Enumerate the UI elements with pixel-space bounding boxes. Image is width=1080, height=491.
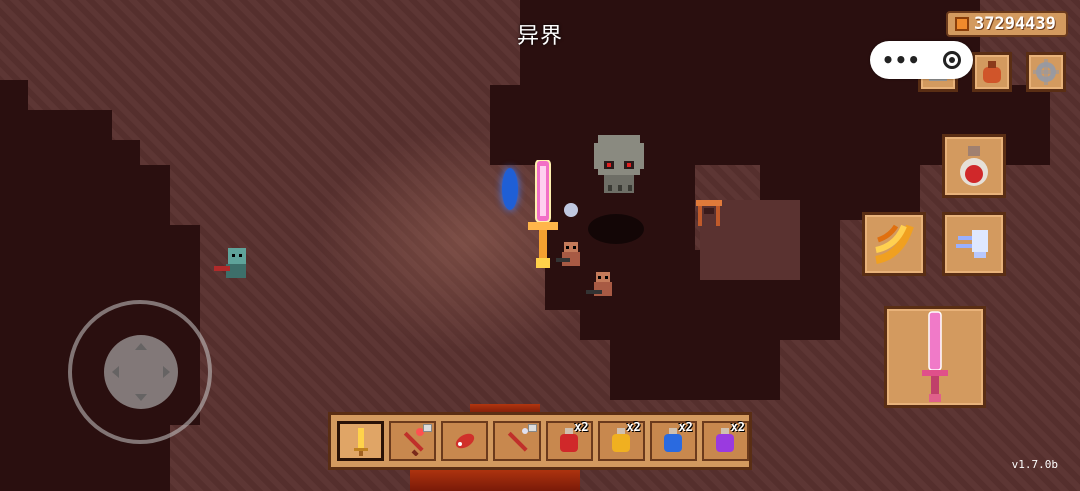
skull-enemy-icon[interactable]	[594, 135, 644, 201]
hotbar-slot[interactable]	[389, 421, 437, 461]
item-count: x2	[678, 420, 693, 434]
item-count: x2	[626, 420, 641, 434]
bag-icon	[983, 61, 1001, 83]
red-wand-icon	[507, 428, 528, 452]
up-arrow-icon	[135, 343, 147, 350]
hotbar-slot[interactable]	[337, 421, 385, 461]
bag-button[interactable]	[972, 52, 1012, 92]
red-fish-icon	[455, 433, 475, 449]
player-sword-icon	[528, 159, 558, 270]
hotbar-slot[interactable]: x2	[701, 420, 750, 461]
red-staff-icon	[403, 428, 424, 456]
lock-icon	[527, 424, 537, 432]
attack-button[interactable]	[884, 306, 986, 408]
golden-sword-icon	[353, 428, 368, 456]
potion-button[interactable]	[942, 134, 1006, 198]
goblin-enemy-icon[interactable]	[214, 246, 252, 286]
shadow	[588, 214, 644, 244]
right-arrow-icon	[163, 366, 170, 378]
coin-icon	[955, 17, 969, 31]
portal-crystal-icon	[502, 168, 518, 210]
lock-icon	[423, 424, 433, 432]
lava-pool	[410, 468, 580, 491]
hotbar-slot[interactable]: x2	[597, 420, 645, 461]
gear-icon	[1033, 59, 1059, 85]
currency-amount: 37294439	[974, 14, 1056, 34]
hotbar-slot[interactable]: x2	[649, 420, 697, 461]
hotbar-slot[interactable]: x2	[545, 420, 593, 461]
potion-icon	[960, 146, 988, 186]
pink-sword-icon	[922, 311, 948, 402]
hotbar-slot[interactable]	[493, 421, 541, 461]
close-target-icon[interactable]	[943, 51, 962, 69]
left-arrow-icon	[112, 366, 119, 378]
game-world[interactable]: 异界 37294439 ••• x2 x2 x2 x2 v1.7.0b	[0, 0, 1080, 491]
miniprogram-capsule: •••	[870, 41, 973, 79]
settings-button[interactable]	[1026, 52, 1066, 92]
ghost-dash-icon	[956, 230, 988, 258]
bananas-icon	[875, 224, 914, 264]
demon-gunner-icon[interactable]	[586, 270, 616, 302]
currency-display: 37294439	[946, 11, 1068, 37]
orb-icon	[564, 203, 578, 217]
version-label: v1.7.0b	[1011, 458, 1058, 471]
skill-bananas-button[interactable]	[862, 212, 926, 276]
brazier-icon	[696, 196, 722, 228]
item-count: x2	[730, 420, 746, 434]
down-arrow-icon	[135, 394, 147, 401]
demon-gunner-icon[interactable]	[556, 240, 586, 270]
hotbar-slot[interactable]	[441, 421, 489, 461]
cave-void-center	[610, 330, 780, 400]
hotbar: x2 x2 x2 x2	[328, 412, 752, 470]
skill-dash-button[interactable]	[942, 212, 1006, 276]
more-dots-icon[interactable]: •••	[882, 48, 920, 72]
item-count: x2	[574, 420, 589, 434]
